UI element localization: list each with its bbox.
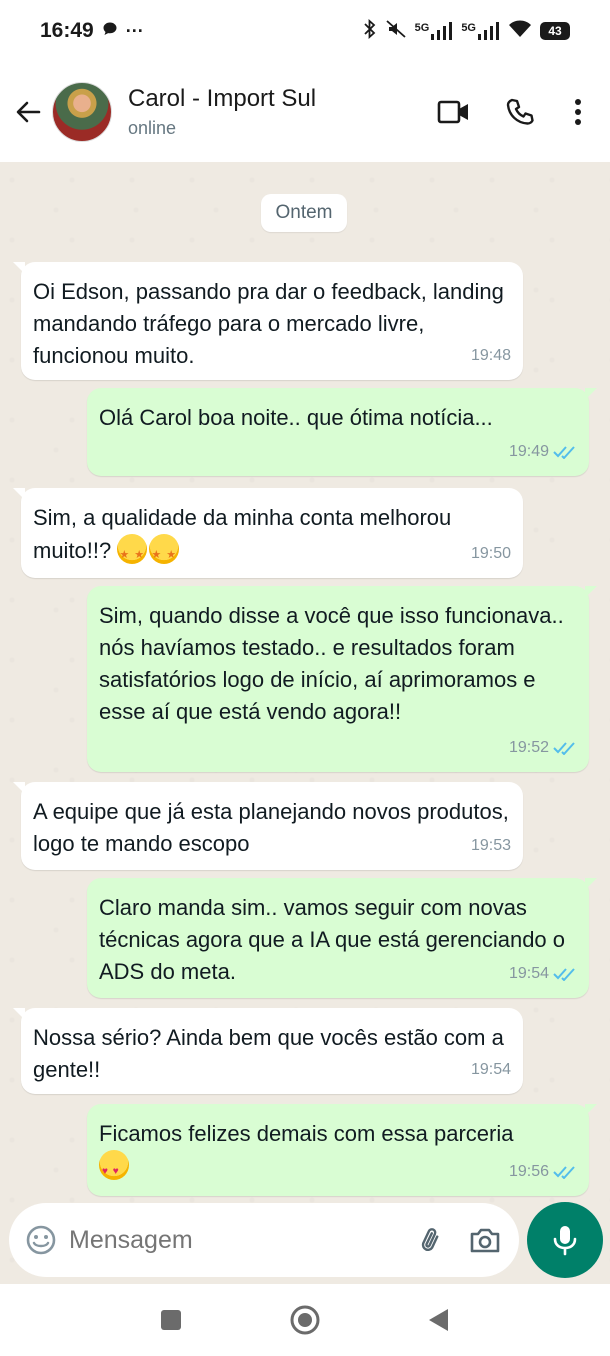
chat-area[interactable]: Ontem Oi Edson, passando pra dar o feedb…: [0, 162, 610, 1284]
message-text: A equipe que já esta planejando novos pr…: [33, 799, 509, 856]
message-time: 19:56: [508, 1163, 549, 1180]
message-meta: 19:49: [509, 436, 577, 468]
message-meta: 19:48: [471, 340, 511, 372]
paperclip-icon: [421, 1228, 439, 1252]
circle-home-icon: [290, 1305, 320, 1335]
emoji-picker-button[interactable]: [25, 1224, 57, 1256]
wifi-icon: [508, 20, 532, 42]
avatar[interactable]: [52, 82, 112, 142]
bluetooth-icon: [363, 18, 377, 43]
message-incoming[interactable]: Oi Edson, passando pra dar o feedback, l…: [13, 262, 523, 380]
message-outgoing[interactable]: Sim, quando disse a você que isso funcio…: [87, 586, 597, 772]
message-time: 19:53: [470, 837, 511, 854]
video-camera-icon: [437, 100, 468, 124]
signal-5g-icon-1: 5G: [415, 22, 454, 40]
message-incoming[interactable]: A equipe que já esta planejando novos pr…: [13, 782, 523, 870]
message-time: 19:52: [508, 739, 549, 756]
contact-status: online: [128, 118, 177, 138]
microphone-icon: [553, 1226, 577, 1256]
message-meta: 19:54: [471, 1054, 511, 1086]
message-composer: [9, 1203, 519, 1277]
message-outgoing[interactable]: Ficamos felizes demais com essa parceria…: [87, 1104, 597, 1196]
message-incoming[interactable]: Sim, a qualidade da minha conta melhorou…: [13, 488, 523, 578]
message-incoming[interactable]: Nossa sério? Ainda bem que vocês estão c…: [13, 1008, 523, 1094]
contact-name: Carol - Import Sul: [128, 85, 317, 112]
message-meta: 19:56: [509, 1156, 577, 1188]
status-more: ···: [125, 20, 144, 41]
more-options-button[interactable]: [558, 87, 598, 137]
message-text: Oi Edson, passando pra dar o feedback, l…: [33, 279, 504, 368]
arrow-left-icon: [16, 101, 41, 123]
contact-info[interactable]: Carol - Import Sul online: [128, 84, 316, 140]
message-outgoing[interactable]: Claro manda sim.. vamos seguir com novas…: [87, 878, 597, 998]
video-call-button[interactable]: [426, 87, 482, 137]
message-text: Sim, quando disse a você que isso funcio…: [99, 603, 564, 724]
read-receipt-icon: [553, 742, 575, 755]
message-text: Olá Carol boa noite.. que ótima notícia.…: [99, 405, 493, 430]
date-separator: Ontem: [261, 194, 347, 232]
message-time: 19:54: [470, 1061, 511, 1078]
recents-button[interactable]: [154, 1303, 188, 1337]
message-text: Ficamos felizes demais com essa parceria: [99, 1121, 514, 1146]
network-type-label: 5G: [414, 22, 430, 34]
voice-message-button[interactable]: [527, 1202, 603, 1278]
read-receipt-icon: [553, 968, 575, 981]
phone-icon: [506, 98, 534, 125]
triangle-back-icon: [429, 1309, 448, 1331]
message-time: 19:54: [508, 965, 549, 982]
smiley-icon: [26, 1225, 56, 1255]
network-type-label: 5G: [461, 22, 476, 34]
back-button[interactable]: [2, 86, 54, 138]
read-receipt-icon: [553, 1166, 575, 1179]
message-time: 19:48: [470, 347, 511, 364]
status-bar: 16:49 ··· 5G 5G 43: [0, 0, 610, 62]
message-text: Sim, a qualidade da minha conta melhorou…: [33, 505, 452, 563]
message-time: 19:50: [470, 545, 511, 562]
message-meta: 19:52: [509, 732, 577, 764]
message-text: Claro manda sim.. vamos seguir com novas…: [99, 895, 566, 984]
chat-header: Carol - Import Sul online: [0, 62, 610, 162]
back-nav-button[interactable]: [422, 1303, 456, 1337]
message-meta: 19:53: [471, 830, 511, 862]
star-struck-emoji: [149, 534, 180, 571]
voice-call-button[interactable]: [492, 87, 548, 137]
battery-icon: 43: [540, 22, 570, 40]
header-actions: [426, 87, 598, 137]
camera-button[interactable]: [465, 1220, 505, 1260]
attach-button[interactable]: [411, 1220, 451, 1260]
message-outgoing[interactable]: Olá Carol boa noite.. que ótima notícia.…: [87, 388, 597, 476]
system-navigation-bar: [0, 1284, 610, 1356]
status-right: 5G 5G 43: [363, 18, 570, 43]
star-struck-emoji: [117, 534, 148, 571]
message-text: Nossa sério? Ainda bem que vocês estão c…: [33, 1025, 504, 1082]
message-time: 19:49: [508, 443, 549, 460]
message-input[interactable]: [69, 1225, 397, 1255]
chat-bubble-status-icon: [102, 19, 118, 43]
read-receipt-icon: [553, 446, 575, 459]
more-vertical-icon: [575, 99, 581, 125]
message-meta: 19:50: [471, 538, 511, 570]
message-meta: 19:54: [509, 958, 577, 990]
status-left: 16:49 ···: [40, 19, 144, 43]
signal-5g-icon-2: 5G: [461, 22, 500, 40]
home-button[interactable]: [288, 1303, 322, 1337]
mute-icon: [385, 19, 407, 43]
status-time: 16:49: [40, 19, 94, 42]
camera-icon: [470, 1228, 500, 1253]
heart-eyes-cat-emoji: [99, 1150, 129, 1188]
square-icon: [161, 1310, 181, 1330]
